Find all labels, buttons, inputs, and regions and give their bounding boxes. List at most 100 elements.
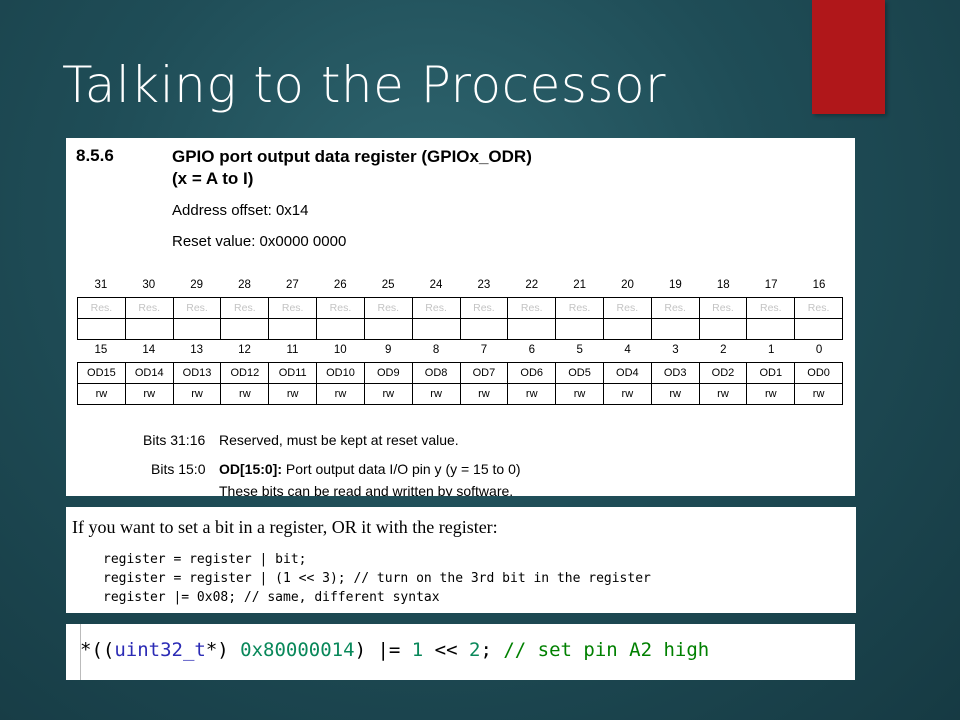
od-field-cell: OD13	[172, 362, 222, 384]
access-cell: rw	[268, 383, 318, 405]
od-field-cell: OD15	[77, 362, 126, 384]
empty-access-cell	[220, 318, 270, 340]
reserved-field-cell: Res.	[459, 297, 509, 319]
upper-bit-number: 28	[238, 279, 251, 291]
code-token: ;	[480, 639, 504, 661]
empty-access-cell	[172, 318, 222, 340]
access-cell: rw	[698, 383, 748, 405]
section-title: GPIO port output data register (GPIOx_OD…	[172, 146, 532, 190]
code-line-3: register |= 0x08; // same, different syn…	[103, 590, 440, 605]
od-field-cell: OD14	[124, 362, 174, 384]
code-line-2: register = register | (1 << 3); // turn …	[103, 571, 651, 586]
code-token: // set pin A2 high	[503, 639, 710, 661]
upper-bit-number: 20	[621, 279, 634, 291]
upper-bit-number: 18	[716, 279, 730, 291]
lower-register-table: OD15 OD14 OD13 OD12 OD11 OD10 OD9 OD8 OD7 OD6 OD5 O…	[77, 362, 843, 405]
empty-access-cell	[411, 318, 461, 340]
upper-bit-number: 30	[142, 279, 156, 291]
lower-bit-numbers: 15 14 13 12 11 10 9 8 7 6 5 4 3 2 1 0	[77, 344, 843, 356]
od-field-cell: OD9	[363, 362, 413, 384]
access-cell: rw	[124, 383, 174, 405]
reserved-field-cell: Res.	[507, 297, 557, 319]
or-example-panel: If you want to set a bit in a register, …	[66, 507, 856, 613]
lower-bit-number: 9	[384, 344, 392, 356]
lower-bit-number: 13	[190, 344, 204, 356]
lower-bit-number: 7	[480, 344, 488, 356]
od-field-cell: OD3	[650, 362, 700, 384]
reset-value: Reset value: 0x0000 0000	[172, 233, 347, 250]
empty-access-cell	[124, 318, 174, 340]
upper-bit-number: 23	[477, 279, 491, 291]
upper-bit-number: 27	[286, 279, 299, 291]
address-offset: Address offset: 0x14	[172, 202, 309, 219]
reserved-field-cell: Res.	[172, 297, 222, 319]
access-cell: rw	[507, 383, 557, 405]
od-field-cell: OD5	[555, 362, 604, 384]
reserved-field-cell: Res.	[77, 297, 126, 319]
desc-reserved-text: Reserved, must be kept at reset value.	[219, 432, 459, 448]
empty-access-cell	[507, 318, 557, 340]
code-token: <<	[423, 639, 469, 661]
reserved-field-cell: Res.	[555, 297, 604, 319]
lower-bit-number: 14	[142, 344, 156, 356]
lower-bit-number: 5	[576, 344, 583, 356]
access-cell: rw	[77, 383, 126, 405]
desc-od-field: OD[15:0]:	[219, 461, 283, 477]
section-title-line2: (x = A to I)	[172, 169, 254, 188]
reserved-field-cell: Res.	[746, 297, 796, 319]
empty-access-cell	[650, 318, 700, 340]
empty-access-cell	[602, 318, 652, 340]
code-token: 1	[411, 639, 424, 661]
reserved-field-cell: Res.	[124, 297, 174, 319]
desc-od-text: Port output data I/O pin y (y = 15 to 0)	[285, 461, 521, 477]
reserved-field-cell: Res.	[411, 297, 461, 319]
red-accent-bar	[812, 0, 885, 114]
access-cell: rw	[794, 383, 843, 405]
desc-od-bits: Bits 15:0	[151, 461, 206, 477]
upper-bit-number: 19	[669, 279, 682, 291]
empty-access-cell	[77, 318, 126, 340]
desc-od-line2: These bits can be read and written by so…	[219, 483, 514, 496]
access-cell: rw	[459, 383, 509, 405]
upper-bit-number: 24	[429, 279, 443, 291]
upper-bit-number: 16	[812, 279, 826, 291]
access-cell: rw	[172, 383, 222, 405]
lower-fields-row: OD15 OD14 OD13 OD12 OD11 OD10 OD9 OD8 OD7 OD6 OD5 O…	[77, 362, 843, 384]
code-token: *((	[80, 639, 115, 661]
lower-bit-number: 15	[94, 344, 108, 356]
od-field-cell: OD6	[507, 362, 557, 384]
od-field-cell: OD7	[459, 362, 509, 384]
lower-bit-number: 2	[720, 344, 727, 356]
upper-bit-number: 26	[333, 279, 347, 291]
lower-bit-number: 6	[528, 344, 536, 356]
lower-bit-number: 1	[767, 344, 775, 356]
lower-bit-number: 4	[624, 344, 631, 356]
empty-access-cell	[698, 318, 748, 340]
empty-access-cell	[746, 318, 796, 340]
upper-bit-number: 22	[525, 279, 539, 291]
upper-fields-row: Res. Res. Res. Res. Res. Res. Res. Res. Res. Res.…	[77, 297, 843, 319]
code-line-1: register = register | bit;	[103, 552, 307, 567]
reserved-field-cell: Res.	[698, 297, 748, 319]
code-token: ) |=	[354, 639, 412, 661]
code-token: uint32_t	[114, 639, 206, 661]
lower-bit-number: 10	[333, 344, 347, 356]
access-cell: rw	[746, 383, 796, 405]
slide-title: Talking to the Processor	[62, 56, 667, 114]
lower-bit-number: 8	[432, 344, 440, 356]
lower-access-row: rw rw rw rw rw rw rw rw rw rw rw rw rw rw rw rw	[77, 383, 843, 405]
empty-access-cell	[555, 318, 604, 340]
upper-bit-number: 21	[573, 279, 587, 291]
lower-bit-number: 0	[815, 344, 823, 356]
reserved-field-cell: Res.	[268, 297, 318, 319]
upper-access-row	[77, 318, 843, 340]
section-number: 8.5.6	[76, 146, 114, 165]
access-cell: rw	[602, 383, 652, 405]
code-snippet: *((uint32_t*) 0x80000014) |= 1 << 2; // …	[80, 639, 709, 661]
upper-register-table: Res. Res. Res. Res. Res. Res. Res. Res. Res. Res.…	[77, 297, 843, 340]
code-token: *)	[205, 639, 241, 661]
od-field-cell: OD11	[268, 362, 318, 384]
empty-access-cell	[268, 318, 318, 340]
od-field-cell: OD2	[698, 362, 748, 384]
od-field-cell: OD4	[602, 362, 652, 384]
